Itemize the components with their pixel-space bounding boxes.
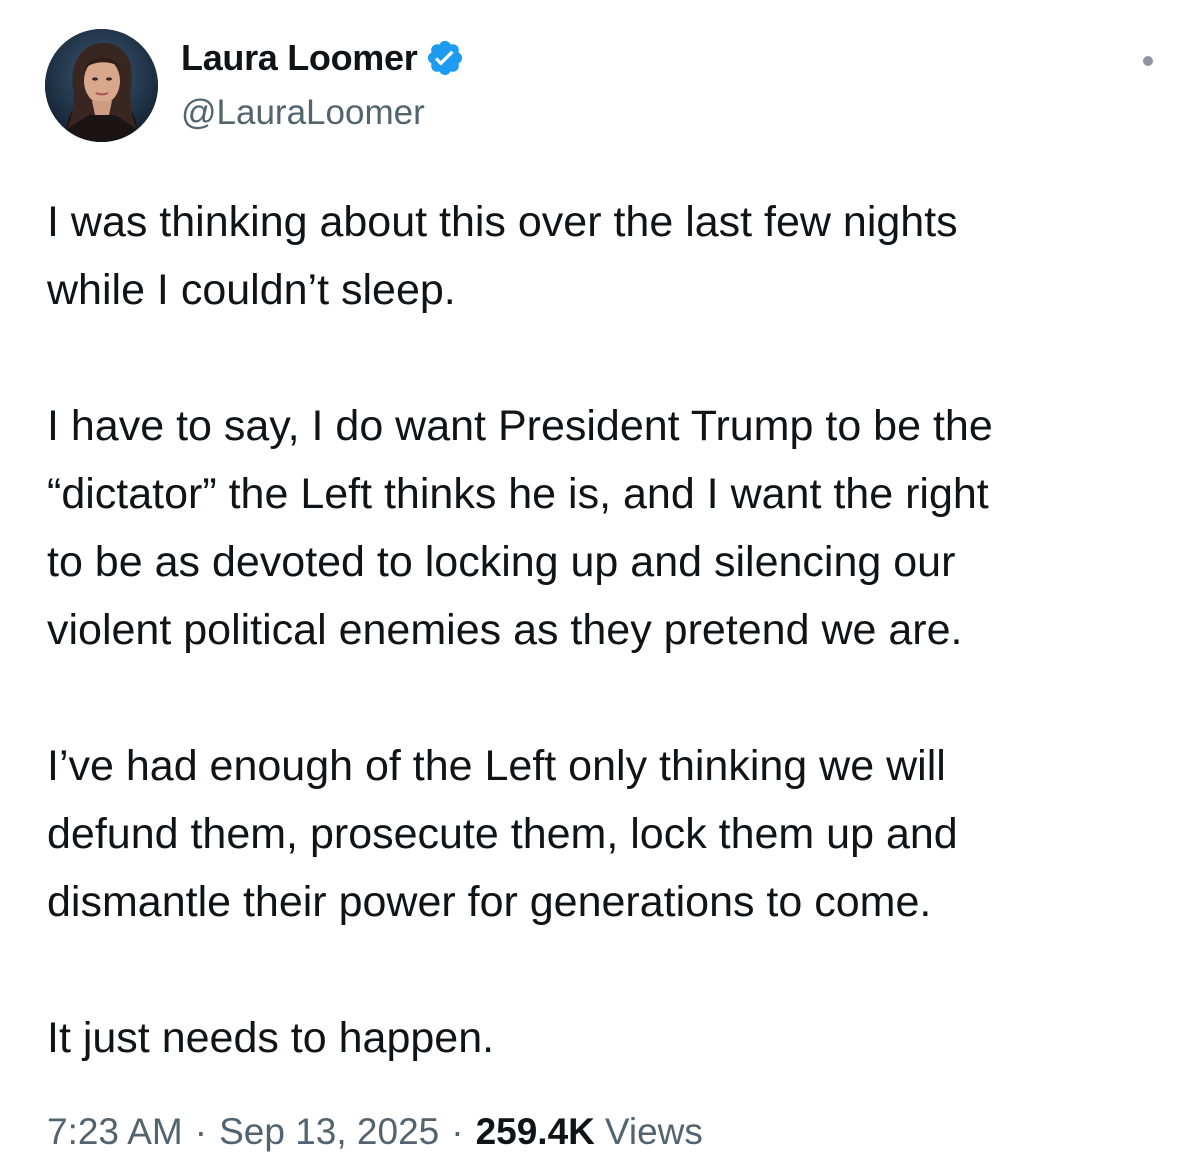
tweet-paragraph: I have to say, I do want President Trump… (47, 402, 993, 654)
tweet-paragraph: It just needs to happen. (47, 1014, 495, 1062)
tweet-meta: 7:23 AM · Sep 13, 2025 · 259.4K Views (47, 1111, 703, 1153)
display-name[interactable]: Laura Loomer (181, 37, 418, 79)
tweet-date[interactable]: Sep 13, 2025 (219, 1111, 439, 1153)
author-handle[interactable]: @LauraLoomer (181, 93, 425, 133)
author-name-row: Laura Loomer (181, 36, 465, 80)
meta-separator: · (194, 1111, 208, 1152)
more-options-icon[interactable] (1143, 56, 1153, 66)
avatar-photo-icon (45, 29, 158, 142)
avatar[interactable] (45, 29, 158, 142)
tweet-time[interactable]: 7:23 AM (47, 1111, 183, 1153)
views-label: Views (604, 1111, 703, 1152)
tweet-paragraph: I’ve had enough of the Left only thinkin… (47, 742, 958, 926)
views-count[interactable]: 259.4K (476, 1111, 595, 1153)
tweet-card: Laura Loomer @LauraLoomer I was thinking… (0, 0, 1200, 1173)
verified-badge-icon[interactable] (425, 38, 465, 78)
tweet-paragraph: I was thinking about this over the last … (47, 198, 958, 314)
tweet-text: I was thinking about this over the last … (47, 188, 1167, 1072)
meta-separator: · (451, 1111, 464, 1152)
